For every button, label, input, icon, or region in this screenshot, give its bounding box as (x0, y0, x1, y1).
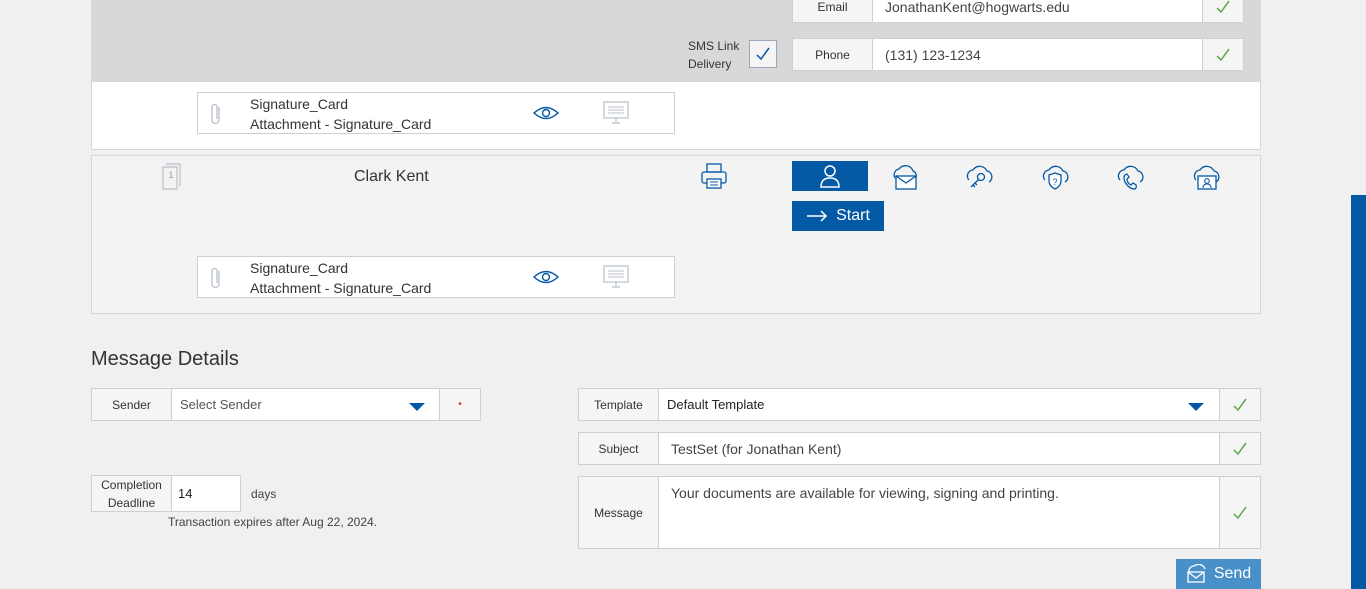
template-value: Default Template (667, 397, 765, 412)
signing-order-number: 1 (168, 170, 174, 180)
deadline-label-line2: Deadline (107, 495, 156, 510)
cloud-key-icon[interactable] (964, 164, 994, 192)
send-label: Send (1213, 565, 1252, 582)
deadline-days-input[interactable]: 14 (171, 475, 241, 512)
message-textarea[interactable]: Your documents are available for viewing… (658, 476, 1220, 549)
phone-field[interactable]: (131) 123-1234 (872, 38, 1203, 71)
expiry-text: Transaction expires after Aug 22, 2024. (168, 515, 378, 529)
sender-placeholder: Select Sender (180, 397, 262, 412)
deadline-unit: days (251, 487, 277, 501)
subject-label: Subject (578, 432, 659, 465)
message-check-icon (1219, 476, 1261, 549)
view-eye-icon[interactable] (532, 104, 560, 122)
attachment-name: Signature_Card (250, 96, 349, 112)
cloud-id-card-icon[interactable] (1191, 164, 1221, 192)
message-label-text: Message (594, 505, 643, 520)
sender-label-text: Sender (112, 397, 151, 412)
sms-label-line2: Delivery (688, 57, 732, 71)
template-label: Template (578, 388, 659, 421)
template-label-text: Template (594, 397, 643, 412)
cloud-email-icon[interactable] (889, 164, 919, 192)
attachment-name: Signature_Card (250, 260, 349, 276)
sms-link-checkbox[interactable] (749, 40, 777, 68)
send-envelope-icon (1187, 564, 1206, 583)
start-button[interactable]: Start (792, 201, 884, 231)
subject-value: TestSet (for Jonathan Kent) (671, 440, 842, 457)
required-marker: • (458, 399, 462, 410)
email-label-text: Email (817, 0, 848, 14)
deadline-value: 14 (178, 486, 193, 501)
start-label: Start (836, 207, 870, 224)
page-scrollbar[interactable] (1351, 195, 1366, 589)
chevron-down-icon (1188, 403, 1204, 411)
email-check-icon (1202, 0, 1244, 23)
cloud-question-shield-icon[interactable]: ? (1040, 164, 1070, 192)
template-select[interactable]: Default Template (658, 388, 1220, 421)
attachment-subtitle: Attachment - Signature_Card (250, 280, 432, 296)
message-value: Your documents are available for viewing… (671, 485, 1059, 501)
attachment-subtitle: Attachment - Signature_Card (250, 116, 432, 132)
paperclip-icon (209, 101, 223, 127)
subject-field[interactable]: TestSet (for Jonathan Kent) (658, 432, 1220, 465)
send-button[interactable]: Send (1176, 559, 1261, 589)
subject-check-icon (1219, 432, 1261, 465)
phone-label-text: Phone (815, 47, 850, 62)
comment-icon[interactable] (603, 101, 629, 125)
comment-icon[interactable] (603, 265, 629, 289)
signer-name: Clark Kent (354, 168, 429, 185)
view-eye-icon[interactable] (532, 268, 560, 286)
email-field[interactable]: JonathanKent@hogwarts.edu (872, 0, 1203, 23)
checkmark-icon (756, 47, 770, 61)
person-icon (820, 165, 840, 188)
email-value: JonathanKent@hogwarts.edu (885, 0, 1070, 15)
attachment-row-2: Signature_Card Attachment - Signature_Ca… (197, 256, 675, 298)
phone-value: (131) 123-1234 (885, 46, 981, 63)
subject-label-text: Subject (598, 441, 639, 456)
phone-check-icon (1202, 38, 1244, 71)
deadline-label: Completion Deadline (91, 475, 172, 512)
phone-label: Phone (792, 38, 873, 71)
printer-icon[interactable] (700, 162, 728, 190)
sms-link-delivery-label: SMS Link Delivery (688, 37, 739, 73)
deadline-label-line1: Completion (101, 477, 162, 492)
svg-text:?: ? (1052, 177, 1057, 187)
message-label: Message (578, 476, 659, 549)
attachment-row-1: Signature_Card Attachment - Signature_Ca… (197, 92, 675, 134)
cloud-phone-icon[interactable] (1115, 164, 1145, 192)
chevron-down-icon (409, 403, 425, 411)
sender-select[interactable]: Select Sender (171, 388, 440, 421)
message-details-heading: Message Details (91, 348, 239, 370)
required-indicator: • (439, 388, 481, 421)
arrow-right-icon (807, 210, 828, 222)
email-label: Email (792, 0, 873, 23)
sender-label: Sender (91, 388, 172, 421)
paperclip-icon (209, 265, 223, 291)
sms-label-line1: SMS Link (688, 39, 740, 53)
template-check-icon (1219, 388, 1261, 421)
in-person-signing-button[interactable] (792, 161, 868, 191)
